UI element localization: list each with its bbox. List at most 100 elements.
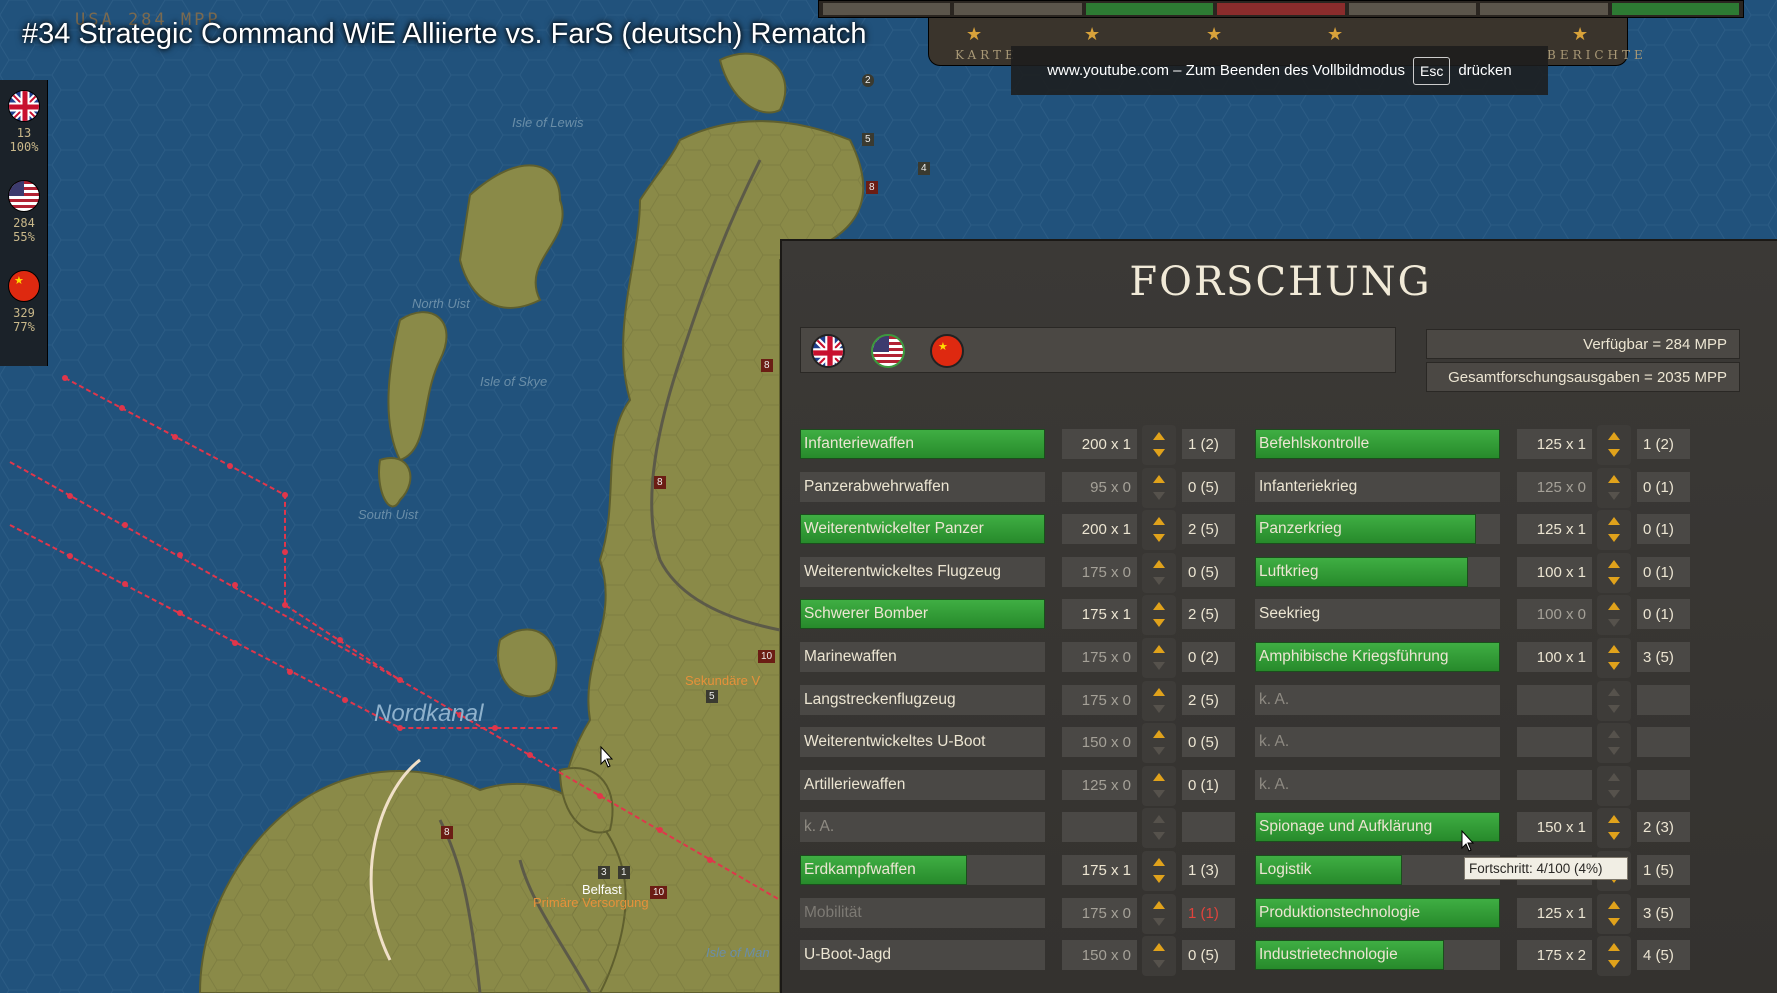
arrow-up-icon[interactable]	[1153, 815, 1165, 824]
research-name[interactable]: Luftkrieg	[1255, 556, 1500, 587]
research-stepper[interactable]	[1142, 723, 1176, 764]
unit-badge[interactable]: 8	[441, 826, 453, 839]
research-stepper[interactable]	[1597, 936, 1631, 977]
arrow-down-icon[interactable]	[1608, 704, 1620, 713]
arrow-down-icon[interactable]	[1608, 619, 1620, 628]
china-flag-icon[interactable]: ★	[930, 334, 964, 368]
arrow-up-icon[interactable]	[1608, 687, 1620, 696]
unit-badge[interactable]: 10	[650, 886, 668, 899]
research-name[interactable]: U-Boot-Jagd	[800, 940, 1045, 971]
research-stepper[interactable]	[1597, 680, 1631, 721]
arrow-up-icon[interactable]	[1608, 730, 1620, 739]
research-stepper[interactable]	[1597, 893, 1631, 934]
research-stepper[interactable]	[1142, 893, 1176, 934]
arrow-up-icon[interactable]	[1608, 645, 1620, 653]
arrow-down-icon[interactable]	[1608, 491, 1620, 500]
research-name[interactable]: Weiterentwickeltes Flugzeug	[800, 556, 1045, 587]
arrow-up-icon[interactable]	[1153, 559, 1165, 568]
unit-badge[interactable]: 4	[918, 162, 930, 175]
arrow-down-icon[interactable]	[1608, 534, 1620, 543]
research-name[interactable]: Industrietechnologie	[1255, 940, 1500, 971]
research-name[interactable]: k. A.	[1255, 684, 1500, 715]
arrow-down-icon[interactable]	[1153, 576, 1165, 585]
research-name[interactable]: Weiterentwickelter Panzer	[800, 514, 1045, 545]
research-stepper[interactable]	[1142, 595, 1176, 636]
unit-badge[interactable]: 1	[618, 866, 630, 879]
research-name[interactable]: Artilleriewaffen	[800, 769, 1045, 800]
arrow-up-icon[interactable]	[1153, 602, 1165, 611]
unit-badge[interactable]: 5	[862, 133, 874, 146]
research-stepper[interactable]	[1142, 680, 1176, 721]
unit-badge[interactable]: 8	[866, 181, 878, 194]
research-name[interactable]: k. A.	[800, 812, 1045, 843]
sidebar-item-uk[interactable]: 13 100%	[0, 90, 48, 154]
arrow-down-icon[interactable]	[1153, 789, 1165, 798]
arrow-up-icon[interactable]	[1608, 815, 1620, 824]
research-name[interactable]: Befehlskontrolle	[1255, 429, 1500, 459]
arrow-up-icon[interactable]	[1153, 645, 1165, 653]
sidebar-item-usa[interactable]: 284 55%	[0, 180, 48, 244]
arrow-down-icon[interactable]	[1153, 704, 1165, 713]
arrow-up-icon[interactable]	[1153, 730, 1165, 739]
arrow-down-icon[interactable]	[1608, 832, 1620, 841]
arrow-up-icon[interactable]	[1153, 687, 1165, 696]
research-stepper[interactable]	[1597, 638, 1631, 678]
arrow-down-icon[interactable]	[1608, 576, 1620, 585]
arrow-down-icon[interactable]	[1153, 491, 1165, 500]
research-name[interactable]: Weiterentwickeltes U-Boot	[800, 727, 1045, 758]
unit-badge[interactable]: 8	[761, 359, 773, 372]
arrow-down-icon[interactable]	[1608, 917, 1620, 926]
arrow-up-icon[interactable]	[1153, 858, 1165, 866]
research-stepper[interactable]	[1142, 851, 1176, 891]
research-stepper[interactable]	[1597, 510, 1631, 551]
unit-badge[interactable]: 10	[758, 650, 776, 663]
arrow-up-icon[interactable]	[1608, 772, 1620, 781]
arrow-up-icon[interactable]	[1608, 432, 1620, 440]
arrow-up-icon[interactable]	[1608, 474, 1620, 483]
research-name[interactable]: Seekrieg	[1255, 599, 1500, 630]
research-name[interactable]: Panzerkrieg	[1255, 514, 1500, 545]
tab-karte[interactable]: KARTE	[955, 48, 1018, 62]
uk-flag-icon[interactable]	[811, 334, 845, 368]
arrow-down-icon[interactable]	[1608, 747, 1620, 756]
arrow-down-icon[interactable]	[1153, 449, 1165, 457]
arrow-down-icon[interactable]	[1608, 960, 1620, 969]
arrow-up-icon[interactable]	[1153, 772, 1165, 781]
research-stepper[interactable]	[1142, 936, 1176, 977]
research-stepper[interactable]	[1597, 723, 1631, 764]
research-name[interactable]: Schwerer Bomber	[800, 599, 1045, 630]
arrow-up-icon[interactable]	[1608, 900, 1620, 909]
research-name[interactable]: Amphibische Kriegsführung	[1255, 642, 1500, 672]
research-name[interactable]: Panzerabwehrwaffen	[800, 471, 1045, 502]
unit-badge[interactable]: 8	[654, 476, 666, 489]
arrow-up-icon[interactable]	[1153, 432, 1165, 440]
arrow-down-icon[interactable]	[1153, 534, 1165, 543]
research-stepper[interactable]	[1142, 552, 1176, 593]
arrow-up-icon[interactable]	[1608, 517, 1620, 526]
arrow-up-icon[interactable]	[1608, 602, 1620, 611]
research-stepper[interactable]	[1142, 765, 1176, 806]
research-stepper[interactable]	[1597, 595, 1631, 636]
research-stepper[interactable]	[1597, 765, 1631, 806]
research-stepper[interactable]	[1142, 638, 1176, 678]
research-stepper[interactable]	[1142, 467, 1176, 508]
unit-badge[interactable]: 2	[862, 74, 874, 87]
research-name[interactable]: Produktionstechnologie	[1255, 897, 1500, 928]
research-name[interactable]: Infanteriekrieg	[1255, 471, 1500, 502]
unit-badge[interactable]: 5	[706, 690, 718, 703]
research-name[interactable]: Infanteriewaffen	[800, 429, 1045, 459]
research-name[interactable]: k. A.	[1255, 769, 1500, 800]
arrow-up-icon[interactable]	[1153, 474, 1165, 483]
research-stepper[interactable]	[1597, 467, 1631, 508]
research-stepper[interactable]	[1142, 510, 1176, 551]
research-stepper[interactable]	[1597, 552, 1631, 593]
arrow-down-icon[interactable]	[1153, 832, 1165, 841]
arrow-down-icon[interactable]	[1608, 789, 1620, 798]
research-stepper[interactable]	[1597, 425, 1631, 465]
arrow-down-icon[interactable]	[1608, 449, 1620, 457]
arrow-up-icon[interactable]	[1153, 517, 1165, 526]
arrow-down-icon[interactable]	[1153, 917, 1165, 926]
research-stepper[interactable]	[1142, 808, 1176, 849]
research-name[interactable]: Mobilität	[800, 897, 1045, 928]
arrow-down-icon[interactable]	[1153, 662, 1165, 670]
